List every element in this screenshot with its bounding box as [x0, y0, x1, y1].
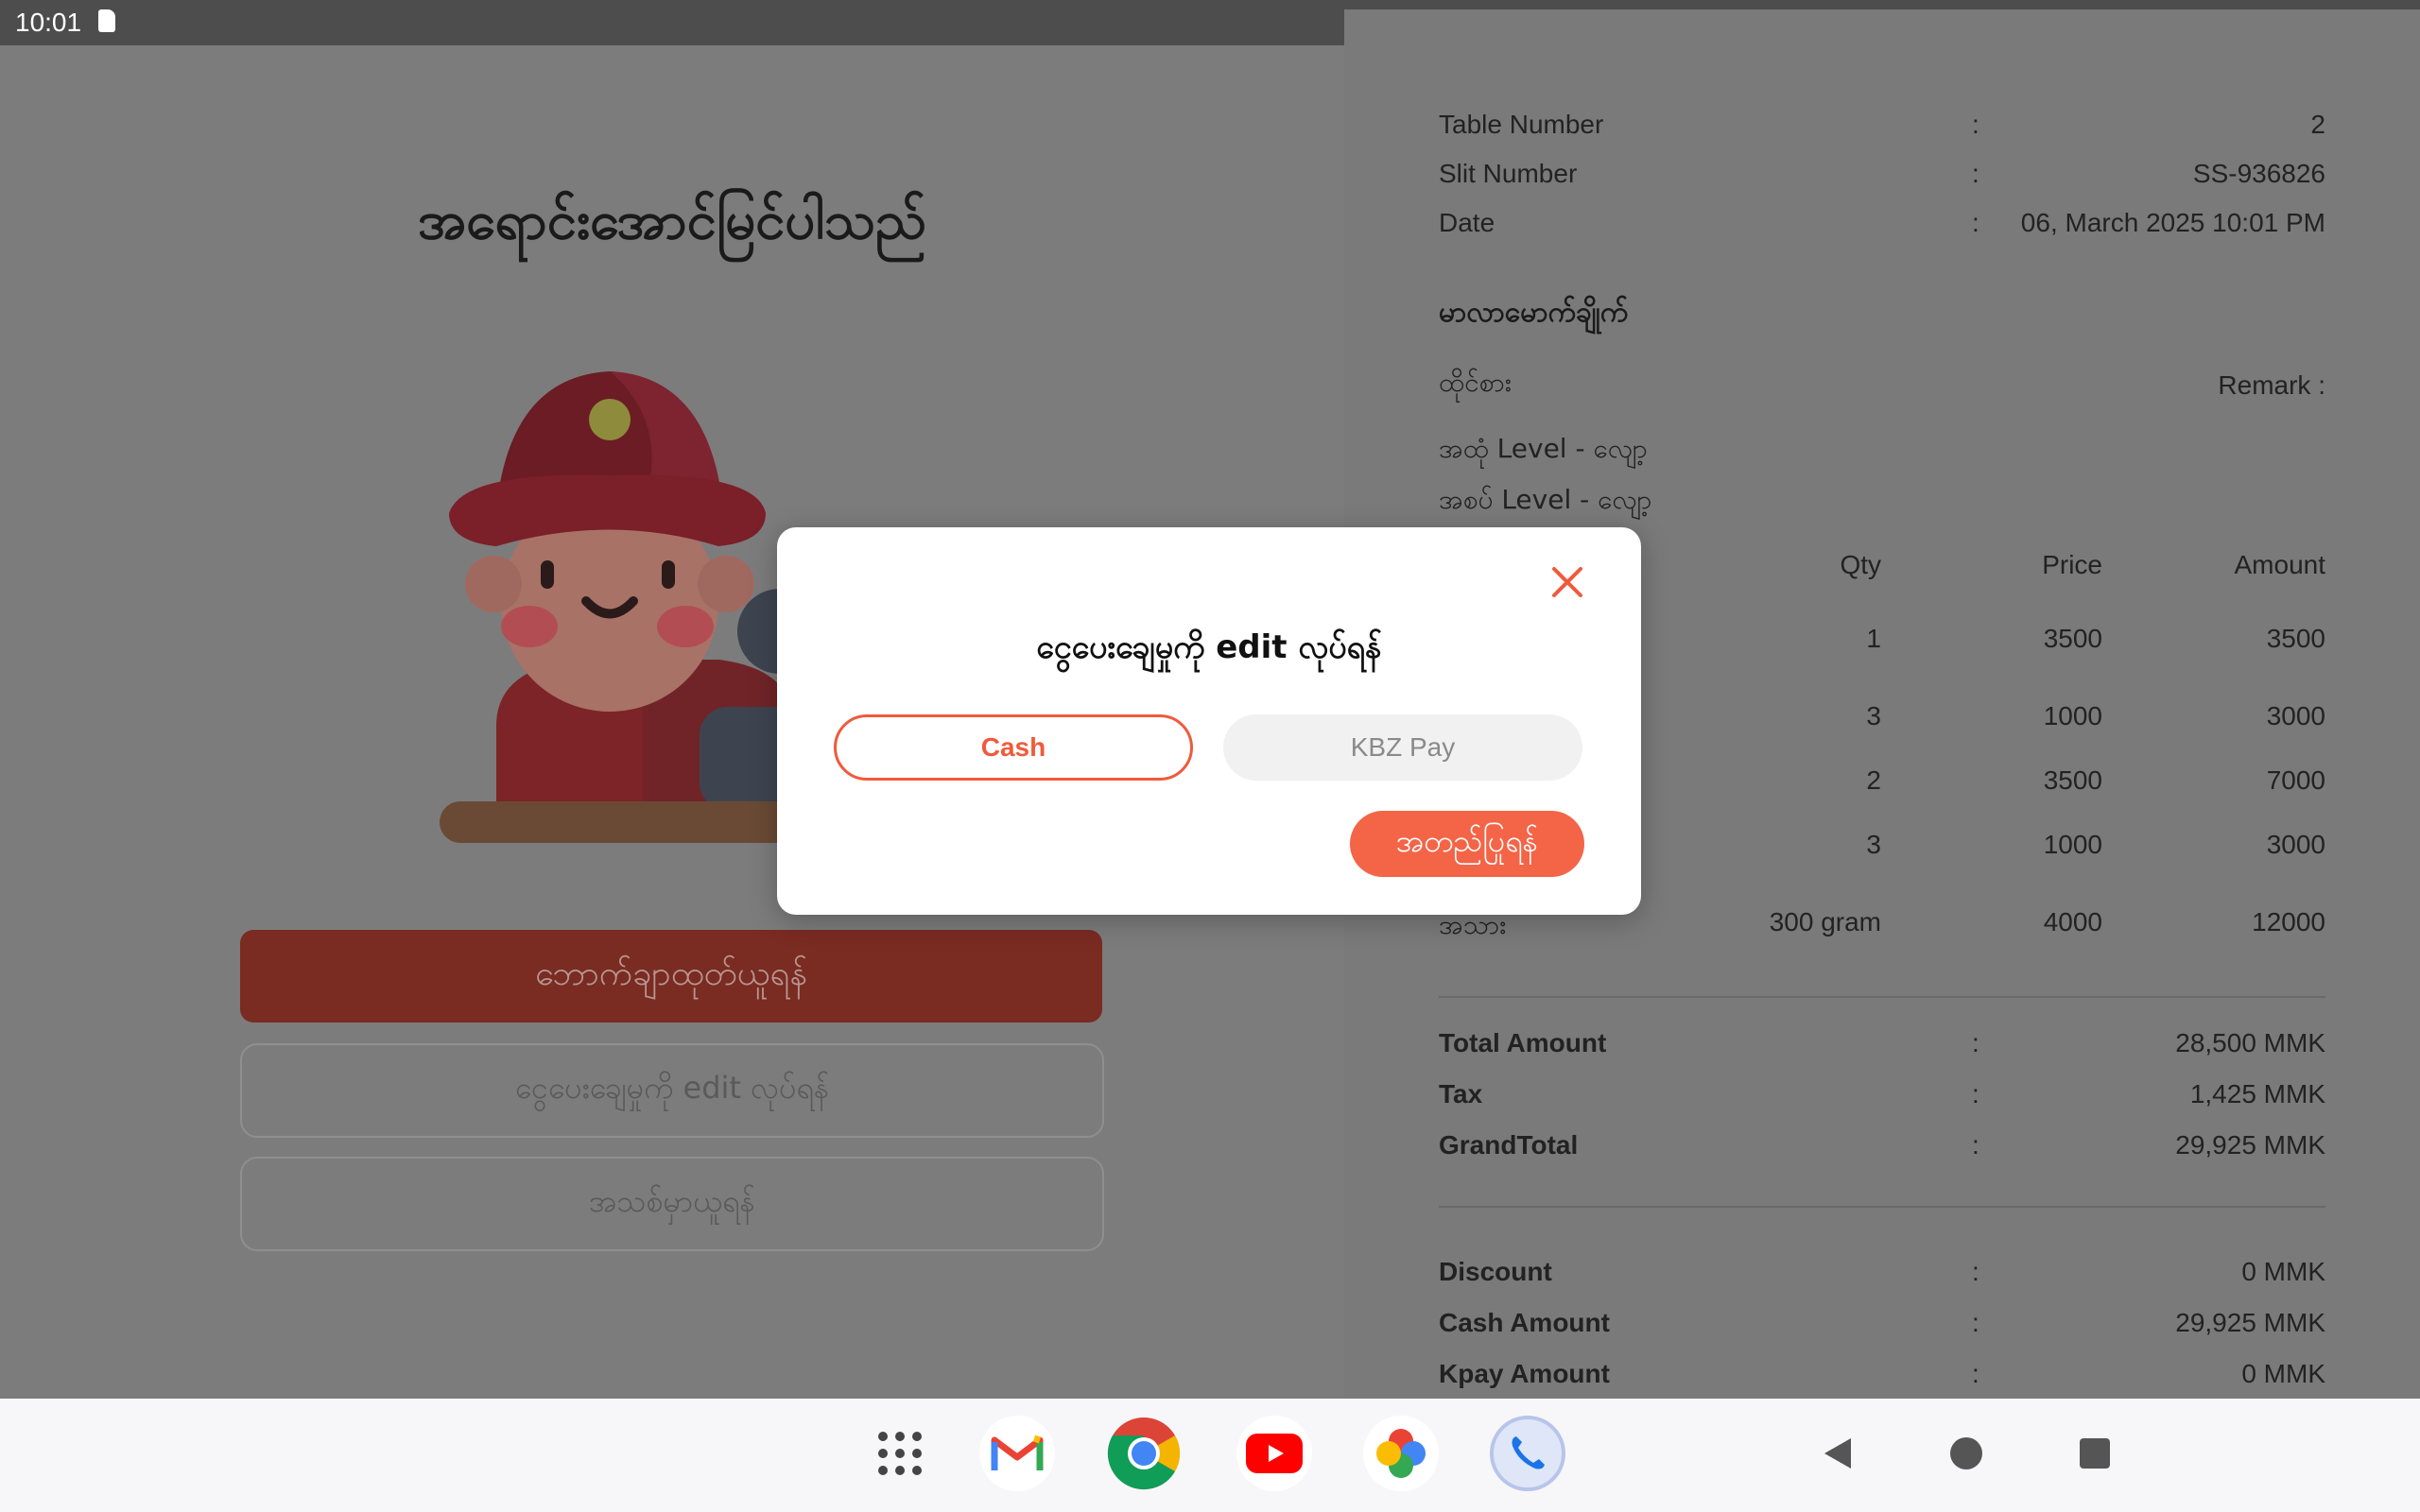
- gmail-icon[interactable]: [979, 1416, 1055, 1491]
- item-amount: 3500: [2266, 624, 2325, 653]
- colon: :: [1972, 1028, 1979, 1057]
- amount-header: Amount: [2234, 550, 2326, 579]
- edit-payment-dialog: ငွေပေးချေမှုကို edit လုပ်ရန် Cash KBZ Pa…: [777, 527, 1641, 915]
- colon: :: [1972, 1359, 1979, 1388]
- discount-value: 0 MMK: [2241, 1257, 2325, 1286]
- phone-icon[interactable]: [1490, 1416, 1565, 1491]
- colon: :: [1972, 208, 1979, 237]
- table-number-row: Table Number : 2: [1439, 110, 2325, 147]
- grand-total-label: GrandTotal: [1439, 1130, 1579, 1160]
- item-qty: 3: [1866, 701, 1881, 730]
- back-icon[interactable]: [1800, 1416, 1876, 1491]
- cash-option-button[interactable]: Cash: [834, 714, 1193, 781]
- slip-number-value: SS-936826: [2192, 159, 2325, 188]
- colon: :: [1972, 110, 1979, 139]
- item-amount: 3000: [2266, 830, 2325, 859]
- divider: [1439, 996, 2325, 998]
- spice-level: အထုံ Level - လျော့: [1439, 433, 1648, 464]
- numbing-level: အစပ် Level - လျော့: [1439, 484, 1652, 515]
- qty-header: Qty: [1840, 550, 1881, 579]
- kpay-amount-label: Kpay Amount: [1439, 1359, 1610, 1388]
- divider: [1439, 1206, 2325, 1208]
- discount-row: Discount : 0 MMK: [1439, 1257, 2325, 1295]
- confirm-button[interactable]: အတည်ပြုရန်: [1350, 811, 1584, 877]
- table-number-value: 2: [2310, 110, 2325, 139]
- colon: :: [1972, 1308, 1979, 1337]
- sd-card-icon: [98, 9, 115, 32]
- item-price: 4000: [2043, 907, 2102, 936]
- item-price: 3500: [2043, 765, 2102, 795]
- tax-label: Tax: [1439, 1079, 1483, 1108]
- item-qty: 3: [1866, 830, 1881, 859]
- date-label: Date: [1439, 208, 1495, 237]
- grand-total-value: 29,925 MMK: [2175, 1130, 2325, 1160]
- cash-amount-row: Cash Amount : 29,925 MMK: [1439, 1308, 2325, 1346]
- item-amount: 12000: [2252, 907, 2325, 936]
- success-title: အရောင်းအောင်မြင်ပါသည်: [417, 190, 927, 251]
- print-voucher-button[interactable]: ဘောက်ချာထုတ်ယူရန်: [240, 930, 1102, 1022]
- kpay-amount-value: 0 MMK: [2241, 1359, 2325, 1388]
- new-order-button[interactable]: အသစ်မှာယူရန်: [240, 1157, 1104, 1251]
- edit-payment-button[interactable]: ငွေပေးချေမှုကို edit လုပ်ရန်: [240, 1043, 1104, 1138]
- status-time: 10:01: [15, 8, 82, 37]
- cash-amount-value: 29,925 MMK: [2175, 1308, 2325, 1337]
- item-amount: 3000: [2266, 701, 2325, 730]
- app-drawer-icon[interactable]: [862, 1416, 938, 1491]
- date-row: Date : 06, March 2025 10:01 PM: [1439, 208, 2325, 246]
- item-qty: 2: [1866, 765, 1881, 795]
- recents-icon[interactable]: [2057, 1416, 2133, 1491]
- slip-number-label: Slit Number: [1439, 159, 1578, 188]
- item-price: 1000: [2043, 701, 2102, 730]
- slip-number-row: Slit Number : SS-936826: [1439, 159, 2325, 197]
- total-amount-row: Total Amount : 28,500 MMK: [1439, 1028, 2325, 1066]
- total-amount-value: 28,500 MMK: [2175, 1028, 2325, 1057]
- dining-type: ထိုင်စား: [1439, 367, 1512, 398]
- item-price: 3500: [2043, 624, 2102, 653]
- total-amount-label: Total Amount: [1439, 1028, 1607, 1057]
- colon: :: [1972, 1130, 1979, 1160]
- grand-total-row: GrandTotal : 29,925 MMK: [1439, 1130, 2325, 1168]
- date-value: 06, March 2025 10:01 PM: [2020, 208, 2325, 237]
- section-title: မာလာမောက်ချိုက်: [1439, 296, 1629, 329]
- chrome-icon[interactable]: [1106, 1416, 1182, 1491]
- dialog-title: ငွေပေးချေမှုကို edit လုပ်ရန်: [1036, 628, 1382, 666]
- remark-label: Remark :: [2218, 370, 2325, 400]
- item-amount: 7000: [2266, 765, 2325, 795]
- home-icon[interactable]: [1928, 1416, 2004, 1491]
- price-header: Price: [2042, 550, 2102, 579]
- item-price: 1000: [2043, 830, 2102, 859]
- discount-label: Discount: [1439, 1257, 1552, 1286]
- kpay-amount-row: Kpay Amount : 0 MMK: [1439, 1359, 2325, 1397]
- item-qty: 300 gram: [1769, 907, 1881, 936]
- cash-amount-label: Cash Amount: [1439, 1308, 1610, 1337]
- colon: :: [1972, 1257, 1979, 1286]
- close-icon[interactable]: [1547, 561, 1588, 603]
- navigation-bar: [0, 1399, 2420, 1512]
- youtube-icon[interactable]: [1236, 1416, 1312, 1491]
- tax-value: 1,425 MMK: [2189, 1079, 2325, 1108]
- photos-icon[interactable]: [1363, 1416, 1439, 1491]
- status-bar: 10:01: [0, 0, 2420, 1363]
- kbz-pay-option-button[interactable]: KBZ Pay: [1223, 714, 1582, 781]
- colon: :: [1972, 159, 1979, 188]
- tax-row: Tax : 1,425 MMK: [1439, 1079, 2325, 1117]
- item-qty: 1: [1866, 624, 1881, 653]
- colon: :: [1972, 1079, 1979, 1108]
- table-number-label: Table Number: [1439, 110, 1604, 139]
